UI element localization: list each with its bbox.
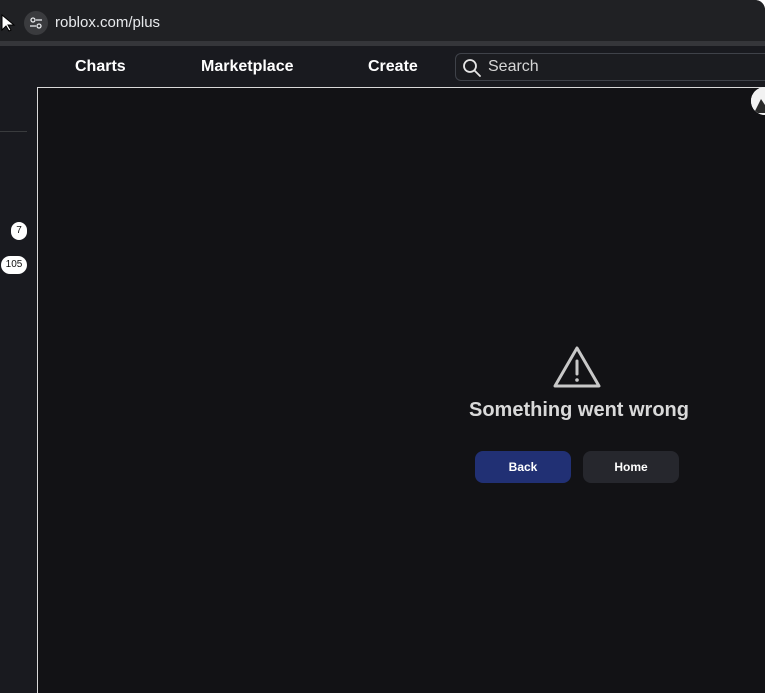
nav-charts-link[interactable]: Charts [75,58,126,76]
back-button[interactable]: Back [475,451,571,483]
search-icon [463,59,481,77]
nav-create-link[interactable]: Create [368,58,418,76]
search-input[interactable] [488,57,758,77]
sidebar-divider [0,131,27,132]
warning-triangle-icon [553,346,601,388]
search-box[interactable] [455,53,765,81]
top-navigation: Charts Marketplace Create [0,46,765,87]
browser-address-bar: roblox.com/plus [0,0,765,46]
home-button[interactable]: Home [583,451,679,483]
pointer-cursor-icon [1,14,16,32]
tune-icon [30,17,42,29]
address-bar-url[interactable]: roblox.com/plus [55,14,160,32]
left-sidebar: 7 105 [0,87,37,693]
browser-window: roblox.com/plus Charts Marketplace Creat… [0,0,765,693]
count-badge: 105 [1,256,27,274]
error-message: Something went wrong [469,345,689,422]
nav-marketplace-link[interactable]: Marketplace [201,58,294,76]
site-info-button[interactable] [24,11,48,35]
notification-badge: 7 [11,222,27,240]
error-title: Something went wrong [469,399,689,421]
